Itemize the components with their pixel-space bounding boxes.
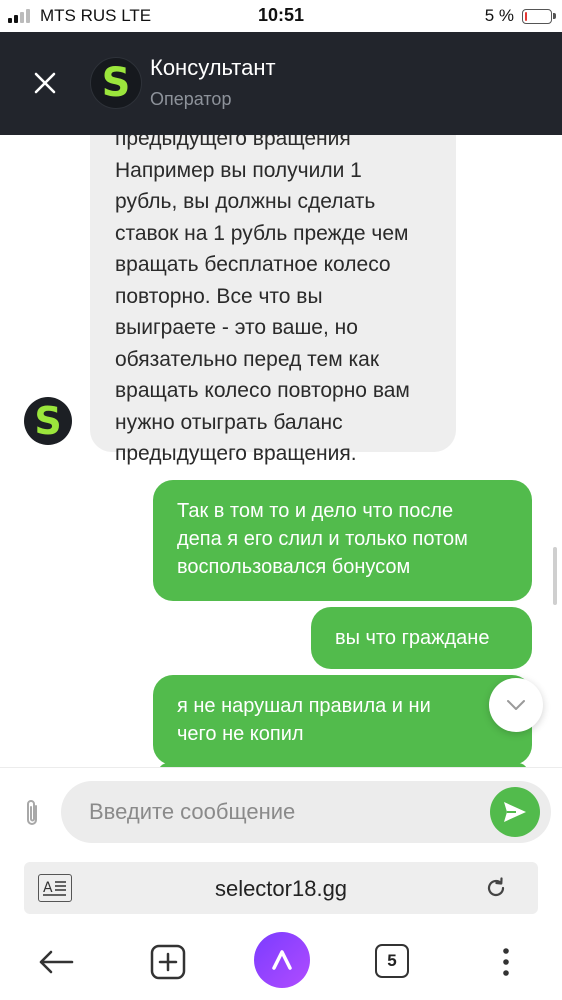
- avatar-letter: S: [101, 60, 131, 106]
- message-line: предыдущего вращения: [115, 135, 351, 150]
- address-bar[interactable]: A selector18.gg: [24, 862, 538, 914]
- back-arrow-icon[interactable]: [34, 942, 78, 982]
- message-line: вы что граждане: [335, 627, 490, 649]
- tabs-count-button[interactable]: 5: [375, 944, 409, 978]
- message-line: ставок на 1 рубль прежде чем: [115, 221, 409, 245]
- scroll-down-button[interactable]: [489, 678, 543, 732]
- outgoing-message: Так в том то и дело что после депа я его…: [153, 480, 532, 601]
- outgoing-message: вы что граждане: [311, 607, 532, 669]
- send-icon: [504, 802, 526, 822]
- reload-icon[interactable]: [484, 876, 508, 900]
- paperclip-icon[interactable]: [20, 798, 44, 830]
- message-line: я не нарушал правила и ни: [177, 695, 431, 717]
- browser-address-area: A selector18.gg: [0, 855, 562, 920]
- message-line: предыдущего вращения.: [115, 442, 357, 465]
- send-button[interactable]: [490, 787, 540, 837]
- message-line: Так в том то и дело что после: [177, 500, 454, 522]
- message-line: вращать бесплатное колесо: [115, 253, 391, 276]
- more-menu-icon[interactable]: [494, 944, 518, 980]
- status-time: 10:51: [257, 5, 305, 25]
- close-icon[interactable]: [28, 66, 62, 100]
- outgoing-message: я не нарушал правила и ни чего не копил: [153, 675, 532, 765]
- message-line: рубль, вы должны сделать: [115, 190, 376, 213]
- voice-assistant-button[interactable]: [254, 932, 310, 988]
- message-line: воспользовался бонусом: [177, 556, 411, 578]
- message-line: вращать колесо повторно вам: [115, 379, 410, 402]
- chat-messages[interactable]: предыдущего вращения Например вы получил…: [0, 135, 562, 767]
- message-line: чего не копил: [177, 723, 304, 745]
- consultant-avatar: S: [90, 57, 142, 109]
- operator-avatar: S: [24, 397, 72, 445]
- new-tab-icon[interactable]: [150, 944, 186, 980]
- battery-level: [525, 12, 527, 21]
- alice-icon: [272, 950, 292, 970]
- scrollbar[interactable]: [553, 547, 557, 605]
- message-line: депа я его слил и только потом: [177, 528, 468, 550]
- message-composer: [0, 767, 562, 856]
- battery-percent: 5 %: [484, 6, 514, 25]
- message-input[interactable]: [61, 781, 551, 843]
- chat-header: S Консультант Оператор: [0, 32, 562, 135]
- url-text[interactable]: selector18.gg: [24, 876, 538, 902]
- status-bar: MTS RUS LTE 10:51 5 %: [0, 0, 562, 32]
- chat-title: Консультант: [150, 55, 276, 80]
- chevron-down-icon: [507, 700, 525, 710]
- message-line: выиграете - это ваше, но: [115, 316, 358, 339]
- browser-nav-bar: 5: [0, 920, 562, 1000]
- avatar-letter: S: [34, 399, 62, 443]
- battery-icon: [522, 9, 556, 24]
- message-line: обязательно перед тем как: [115, 347, 380, 371]
- chat-subtitle: Оператор: [150, 89, 232, 109]
- incoming-message: предыдущего вращения Например вы получил…: [90, 135, 456, 465]
- message-line: Например вы получили 1: [115, 158, 362, 182]
- message-line: нужно отыграть баланс: [115, 410, 343, 434]
- message-line: повторно. Все что вы: [115, 284, 323, 308]
